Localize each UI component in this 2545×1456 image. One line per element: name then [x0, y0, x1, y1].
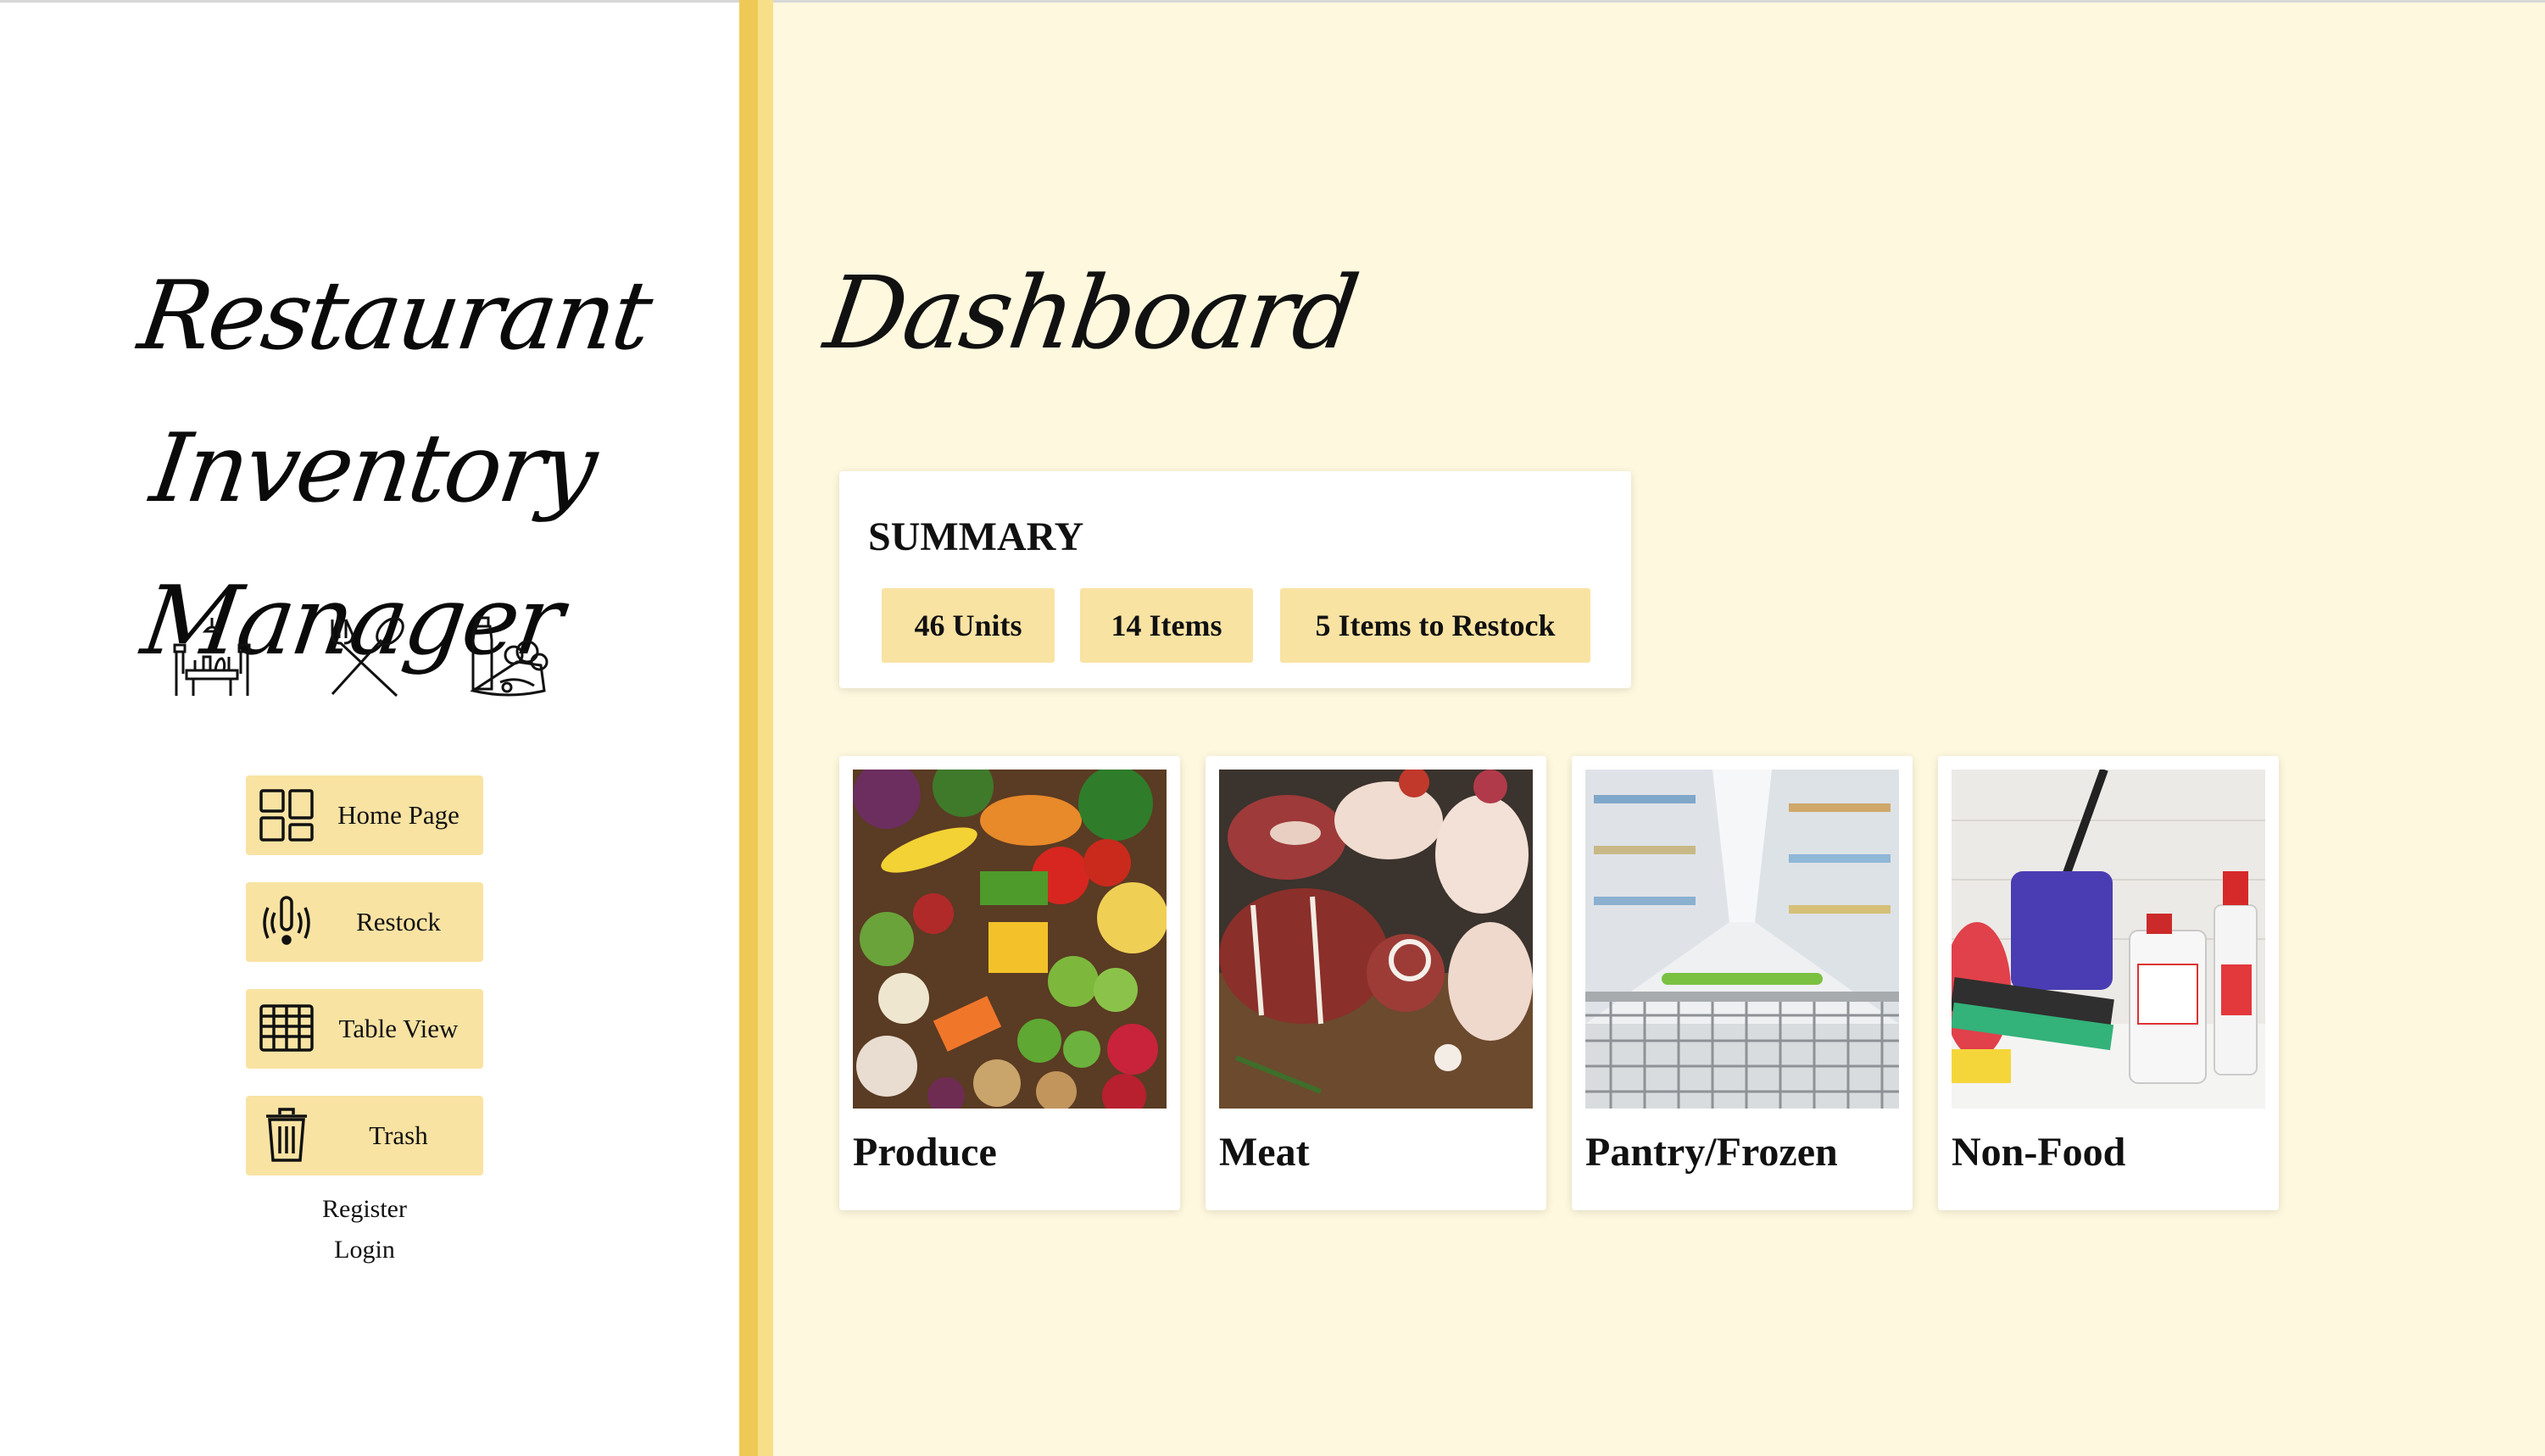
nav-restock[interactable]: Restock	[246, 882, 483, 962]
nav-label: Table View	[338, 1014, 459, 1043]
category-card-meat[interactable]: Meat	[1206, 756, 1546, 1210]
nav-label: Restock	[356, 907, 441, 936]
units-badge: 46 Units	[882, 588, 1055, 663]
table-grid-icon	[259, 1001, 314, 1055]
restock-badge: 5 Items to Restock	[1280, 588, 1590, 663]
header-icon-row	[170, 614, 560, 699]
category-label: Produce	[853, 1130, 997, 1175]
produce-image	[853, 770, 1167, 1109]
sidebar: Restaurant Inventory Manager Home Page R…	[0, 3, 739, 1456]
category-card-produce[interactable]: Produce	[839, 756, 1180, 1210]
nav-label: Trash	[369, 1120, 428, 1150]
pantry-frozen-image	[1585, 770, 1899, 1109]
sidebar-divider	[739, 0, 773, 1456]
page-title: Dashboard	[818, 254, 1364, 371]
non-food-image	[1952, 770, 2265, 1109]
nav-table-view[interactable]: Table View	[246, 989, 483, 1069]
app-title-line1: Restaurant Inventory	[132, 261, 657, 524]
dashboard-grid-icon	[259, 787, 314, 842]
meat-image	[1219, 770, 1533, 1109]
category-label: Meat	[1219, 1130, 1310, 1175]
summary-heading: SUMMARY	[868, 514, 1084, 559]
trash-icon	[259, 1108, 314, 1162]
alert-signal-icon	[259, 894, 314, 948]
summary-card: SUMMARY 46 Units 14 Items 5 Items to Res…	[839, 471, 1631, 688]
items-badge: 14 Items	[1080, 588, 1253, 663]
grocery-bag-icon	[466, 614, 551, 699]
category-card-non-food[interactable]: Non-Food	[1938, 756, 2279, 1210]
category-label: Non-Food	[1952, 1130, 2126, 1175]
nav-trash[interactable]: Trash	[246, 1096, 483, 1175]
nav-label: Home Page	[337, 800, 459, 830]
nav-home-page[interactable]: Home Page	[246, 775, 483, 855]
login-link[interactable]: Login	[280, 1236, 449, 1264]
dining-table-icon	[170, 614, 254, 699]
register-link[interactable]: Register	[280, 1195, 449, 1224]
category-card-pantry-frozen[interactable]: Pantry/Frozen	[1572, 756, 1913, 1210]
category-label: Pantry/Frozen	[1585, 1130, 1838, 1175]
fork-spoon-icon	[322, 614, 407, 699]
page: Restaurant Inventory Manager Home Page R…	[0, 0, 2545, 1456]
